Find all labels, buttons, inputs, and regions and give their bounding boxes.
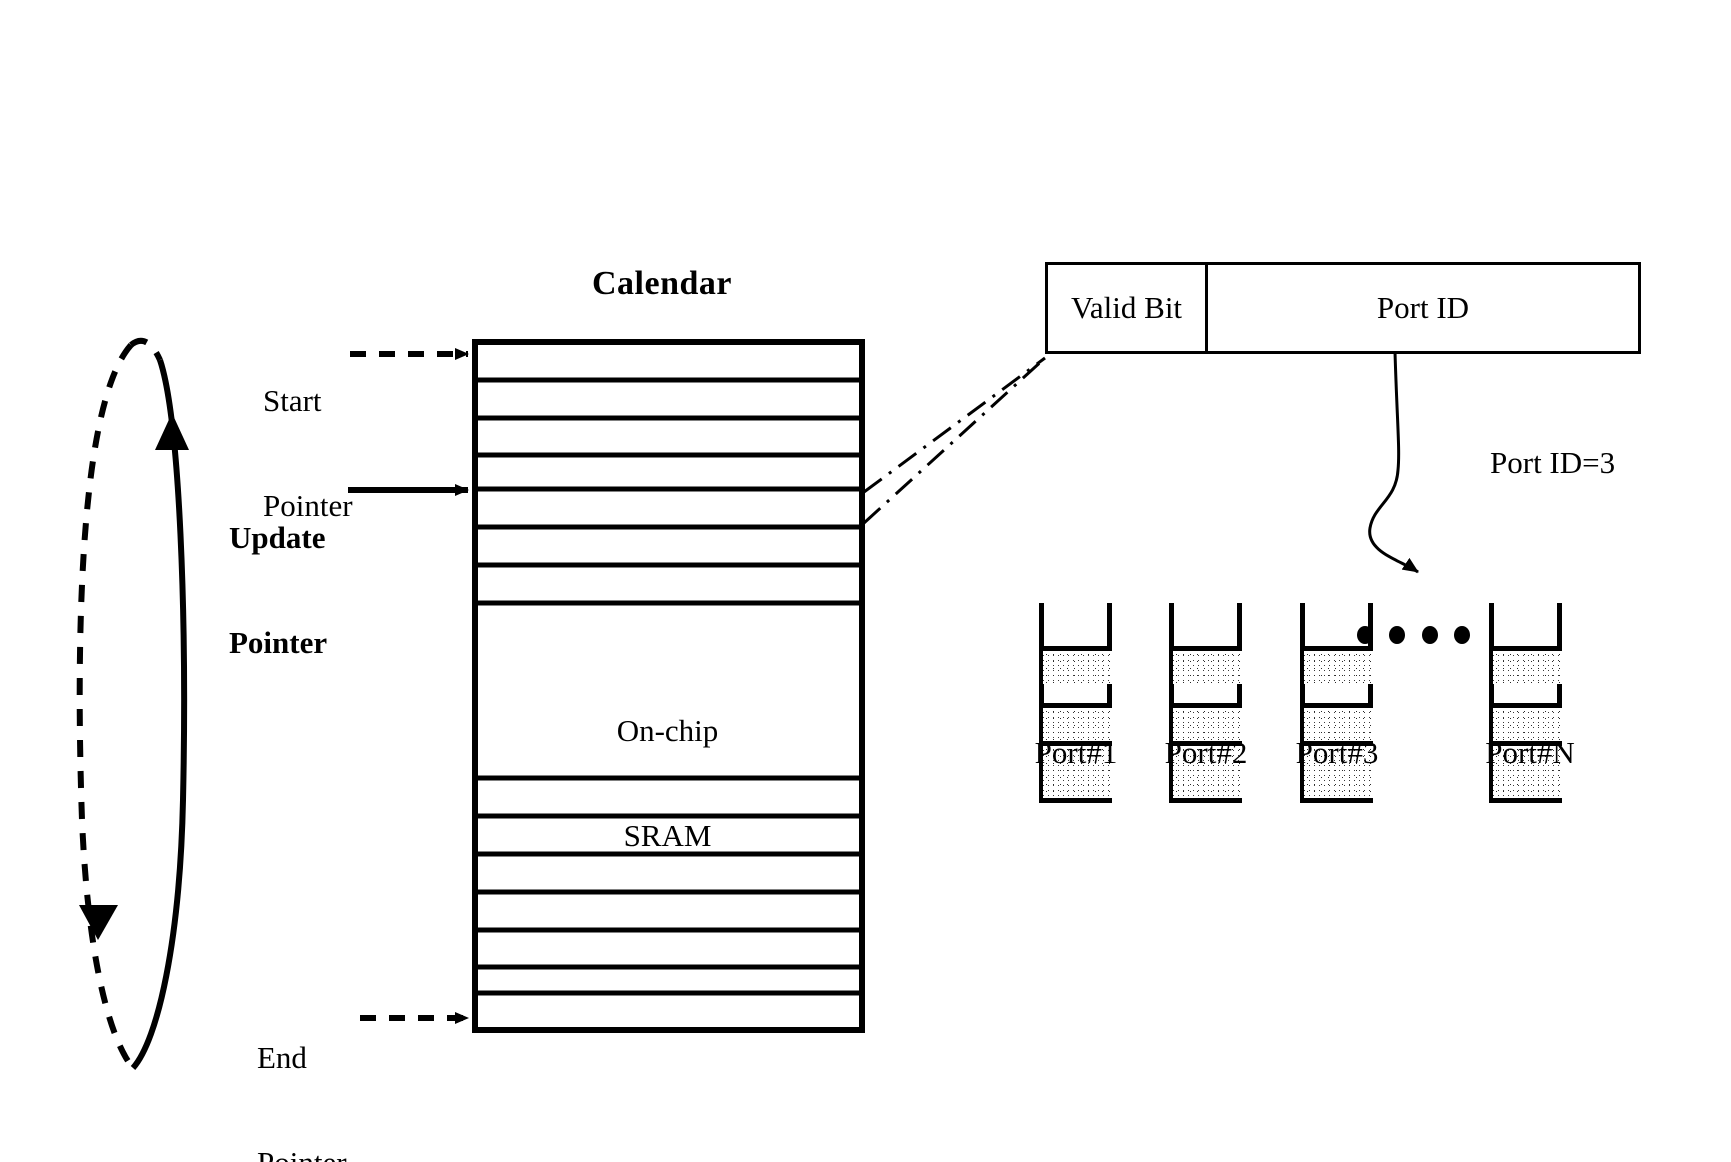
queue-slot (1304, 646, 1373, 684)
page-title: Calendar (592, 265, 732, 302)
sram-label-line2: SRAM (623, 817, 712, 853)
ports-ellipsis-dots (1357, 626, 1470, 644)
sram-label-line1: On-chip (616, 713, 719, 749)
sram-block-label: On-chip SRAM (560, 645, 775, 923)
loop-right-solid-half (130, 359, 188, 1070)
port-label-1: Port#1 (1034, 735, 1118, 770)
port-label-2: Port#2 (1164, 735, 1248, 770)
loop-left-dashed-half (76, 343, 136, 1070)
bitfield-leader-lines (862, 356, 1047, 525)
update-pointer-label: Update Pointer (229, 452, 327, 730)
port-label-n: Port#N (1485, 735, 1575, 770)
port-queue-3 (1300, 603, 1373, 803)
loop-top-dashed-cap (129, 338, 163, 362)
bitfield-cell-port-id: Port ID (1376, 290, 1470, 325)
queue-slot (1043, 646, 1112, 684)
queue-slot (1493, 646, 1562, 684)
bitfield-table: Valid Bit Port ID (1045, 262, 1641, 354)
end-pointer-label-line1: End (257, 1040, 307, 1076)
portid-curved-arrow (1368, 351, 1419, 574)
port-queue-1 (1039, 603, 1112, 803)
port-queue-n (1489, 603, 1562, 803)
end-pointer-label-line2: Pointer (257, 1145, 347, 1162)
loop-up-arrowhead (155, 413, 189, 450)
bitfield-cell-valid-bit: Valid Bit (1048, 265, 1208, 351)
update-pointer-label-line2: Pointer (229, 624, 328, 660)
port-label-3: Port#3 (1295, 735, 1379, 770)
port-id-value-annotation: Port ID=3 (1490, 445, 1616, 480)
queue-slot (1173, 646, 1242, 684)
start-pointer-label-line1: Start (263, 383, 322, 419)
loop-down-arrowhead (79, 905, 118, 940)
end-pointer-label: End Pointer (257, 972, 347, 1162)
update-pointer-label-line1: Update (229, 520, 326, 556)
port-queue-2 (1169, 603, 1242, 803)
diagram-canvas: Calendar Start Pointer Update Pointer En… (0, 0, 1731, 1162)
